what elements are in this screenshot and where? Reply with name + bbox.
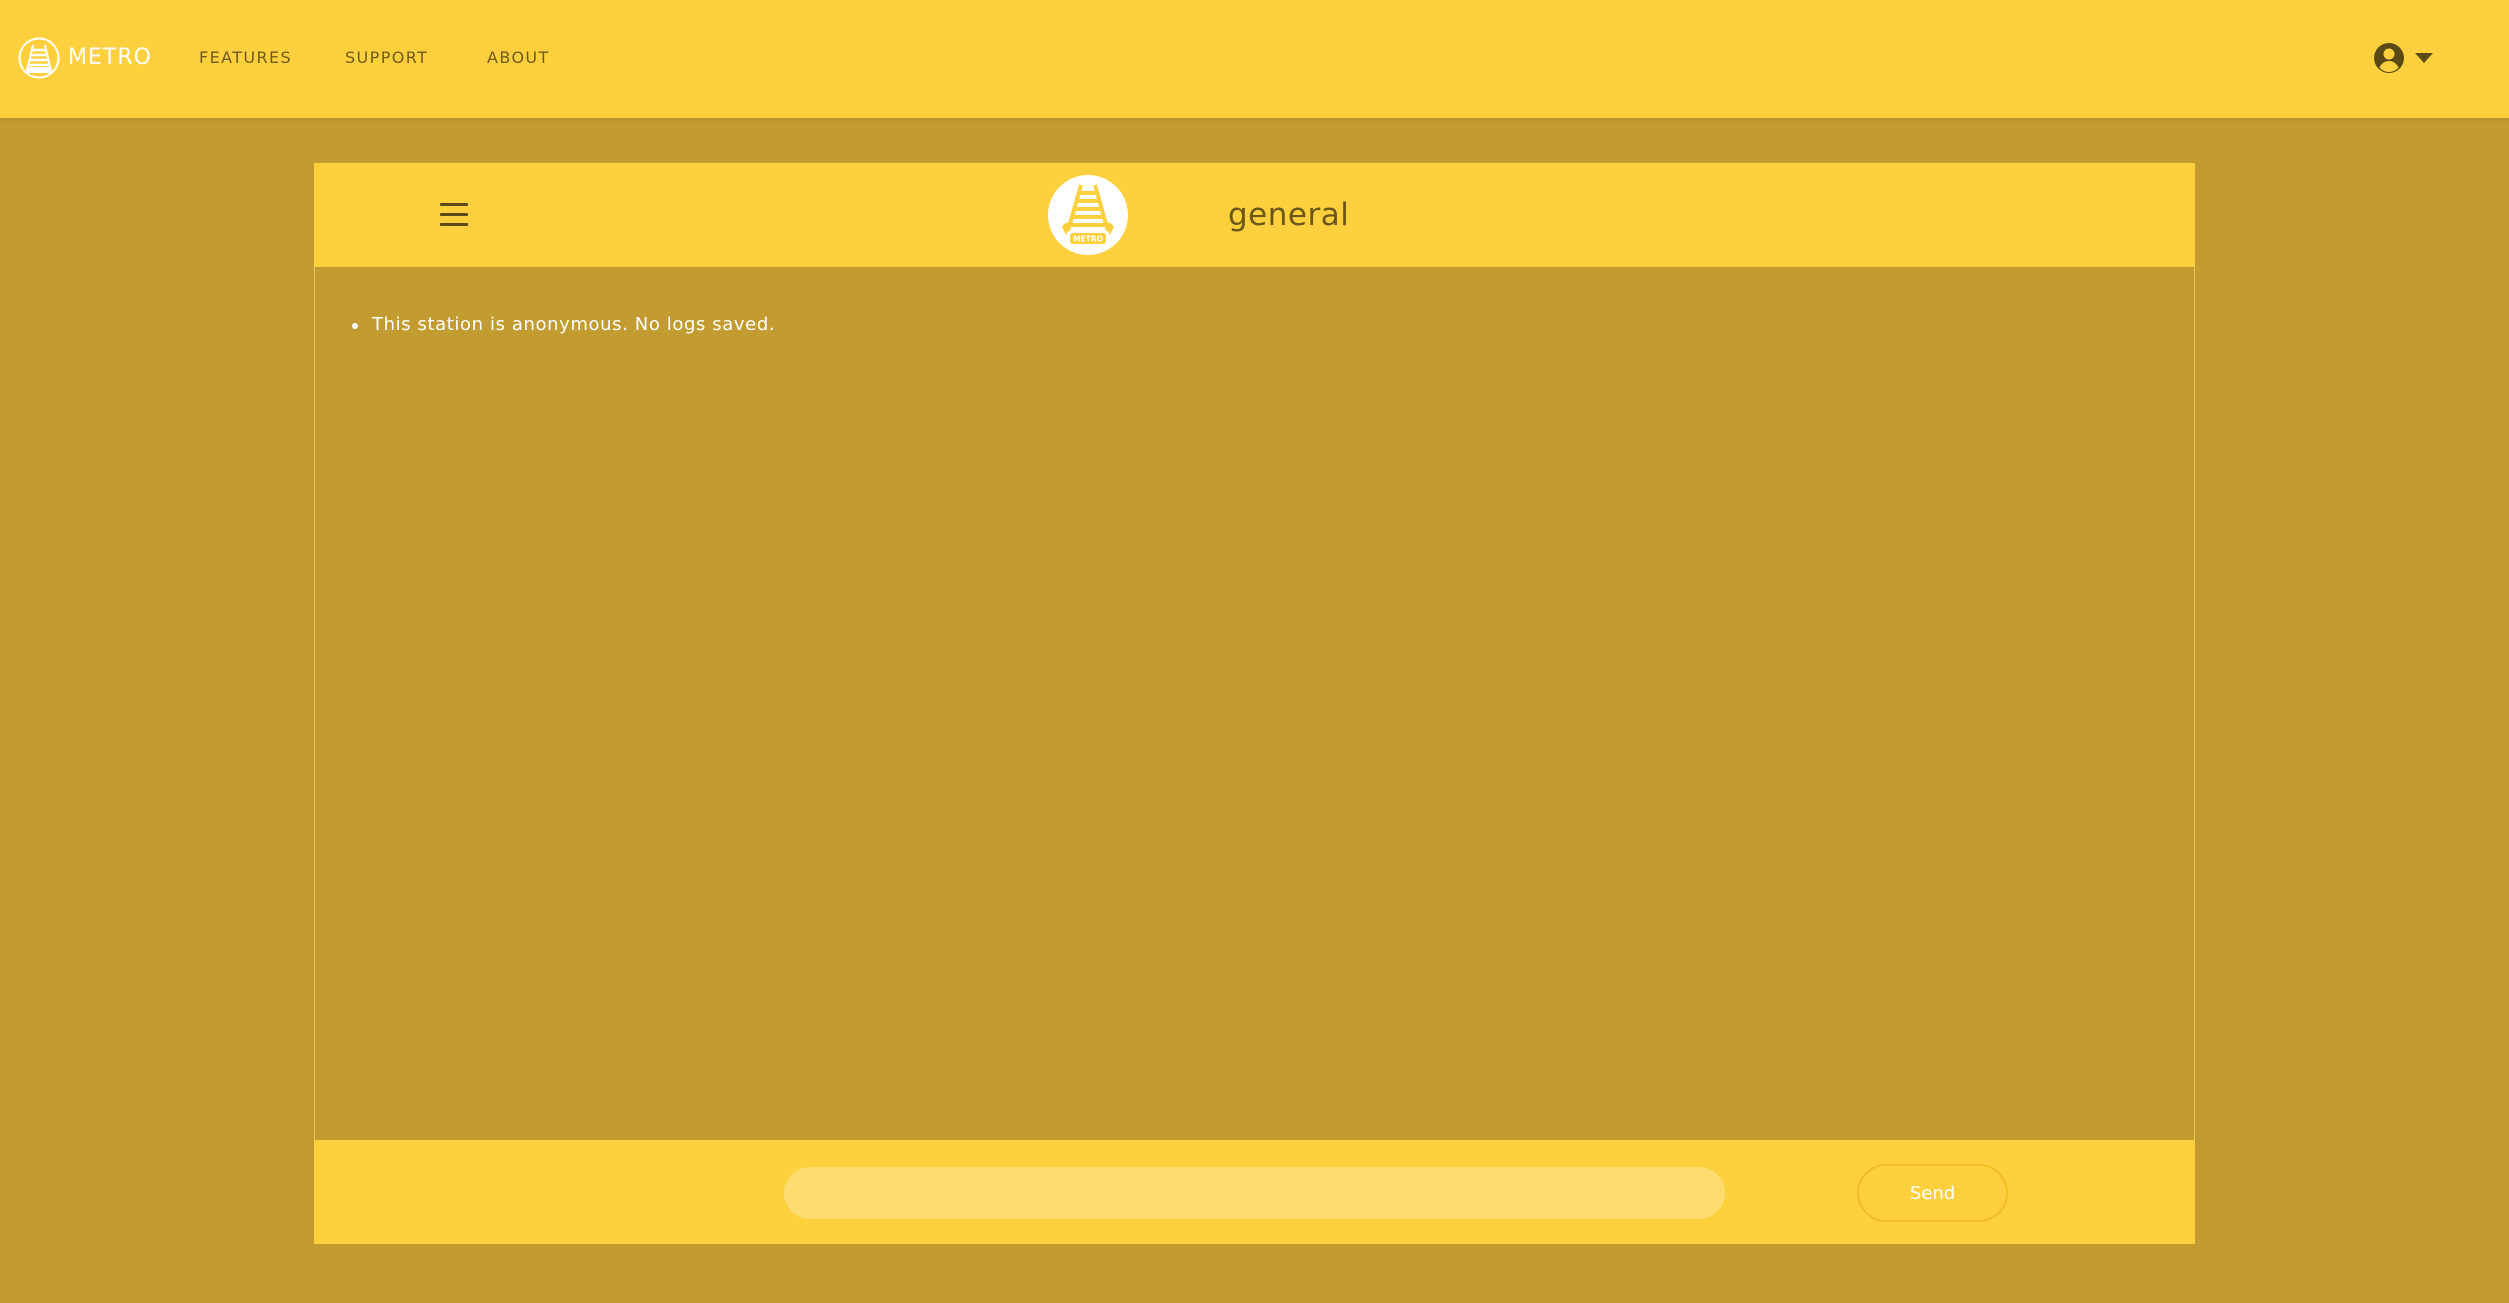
send-button[interactable]: Send	[1857, 1164, 2008, 1222]
message-input[interactable]	[784, 1167, 1725, 1219]
channel-name: general	[1228, 197, 1350, 233]
nav-link-features[interactable]: FEATURES	[199, 48, 292, 68]
hamburger-menu-icon[interactable]	[438, 197, 470, 233]
station-logo: METRO	[1048, 175, 1128, 255]
caret-down-icon	[2415, 53, 2433, 63]
nav-link-about[interactable]: ABOUT	[487, 48, 550, 68]
nav-link-support[interactable]: SUPPORT	[345, 48, 428, 68]
account-menu[interactable]	[2373, 40, 2433, 76]
metro-rail-logo-icon	[18, 37, 60, 79]
system-message: This station is anonymous. No logs saved…	[351, 314, 776, 335]
user-circle-icon	[2374, 43, 2404, 73]
message-list: This station is anonymous. No logs saved…	[351, 313, 776, 337]
message-area[interactable]: This station is anonymous. No logs saved…	[314, 267, 2195, 1140]
brand-name: METRO	[68, 45, 152, 70]
station-logo-text: METRO	[1073, 235, 1103, 244]
chat-header: METRO general	[314, 163, 2195, 267]
chat-footer: Send	[314, 1140, 2195, 1244]
top-navbar: METRO FEATURES SUPPORT ABOUT	[0, 0, 2509, 118]
chat-panel: METRO general This station is anonymous.…	[314, 163, 2195, 1244]
brand-link[interactable]: METRO	[18, 36, 152, 80]
